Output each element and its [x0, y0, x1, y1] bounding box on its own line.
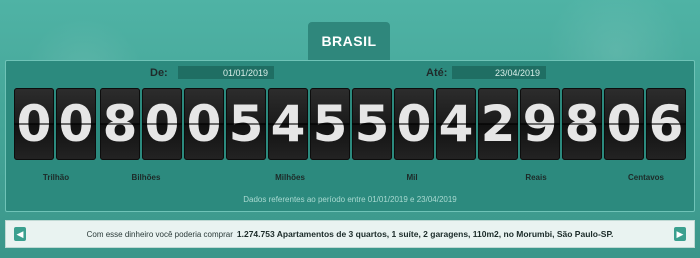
digit: 0 — [394, 88, 434, 160]
banner-text: Com esse dinheiro você poderia comprar 1… — [36, 221, 664, 247]
digit: 2 — [478, 88, 518, 160]
digit: 0 — [14, 88, 54, 160]
digit: 5 — [352, 88, 392, 160]
banner-highlight: 1.274.753 Apartamentos de 3 quartos, 1 s… — [236, 229, 614, 239]
digit: 8 — [562, 88, 602, 160]
digit: 8 — [100, 88, 140, 160]
unit-label-milhoes: Milhões — [275, 173, 305, 182]
to-date-field[interactable]: 23/04/2019 — [452, 66, 546, 79]
counter-digits: 0 0 8 0 0 5 4 5 5 0 4 2 9 8 0 6 — [0, 88, 700, 160]
from-date-label: De: — [150, 67, 168, 79]
unit-label-bilhoes: Bilhões — [131, 173, 161, 182]
period-note: Dados referentes ao período entre 01/01/… — [243, 195, 457, 204]
digit: 0 — [184, 88, 224, 160]
digit: 4 — [268, 88, 308, 160]
unit-label-trilhao: Trilhão — [42, 173, 70, 182]
equivalence-banner: ◀ Com esse dinheiro você poderia comprar… — [5, 220, 695, 248]
chevron-left-icon[interactable]: ◀ — [14, 227, 26, 241]
to-date-label: Até: — [426, 67, 448, 79]
from-date-field[interactable]: 01/01/2019 — [178, 66, 274, 79]
digit: 0 — [56, 88, 96, 160]
unit-label-centavos: Centavos — [627, 173, 665, 182]
digit: 4 — [436, 88, 476, 160]
unit-label-reais: Reais — [525, 173, 547, 182]
banner-prefix: Com esse dinheiro você poderia comprar — [86, 229, 233, 239]
chevron-right-icon[interactable]: ▶ — [674, 227, 686, 241]
tab-brasil[interactable]: BRASIL — [308, 22, 390, 60]
digit: 5 — [226, 88, 266, 160]
digit: 5 — [310, 88, 350, 160]
digit: 0 — [142, 88, 182, 160]
digit: 6 — [646, 88, 686, 160]
digit: 0 — [604, 88, 644, 160]
unit-label-mil: Mil — [406, 173, 418, 182]
digit: 9 — [520, 88, 560, 160]
